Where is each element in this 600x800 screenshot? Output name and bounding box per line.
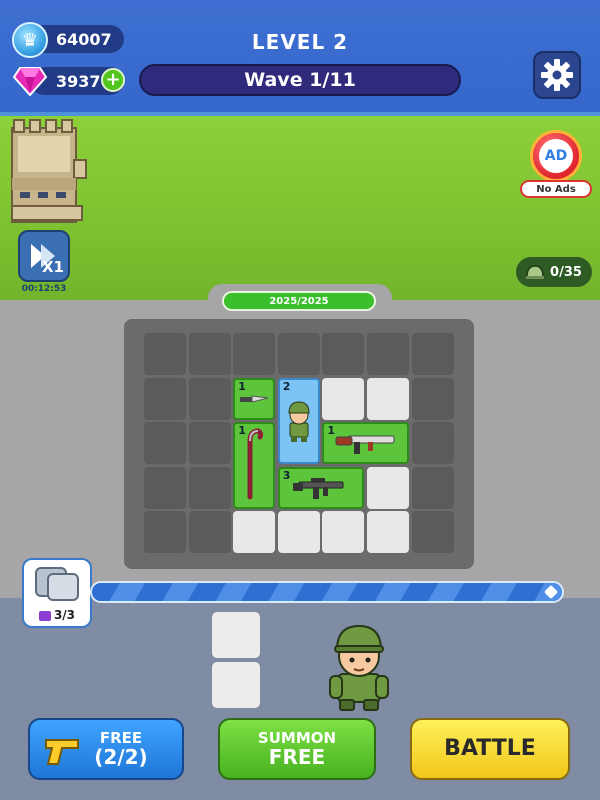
- castle-tower: [11, 119, 87, 223]
- locked-cell: [322, 333, 365, 375]
- piece-level: 1: [238, 379, 246, 393]
- free-weapon-button[interactable]: FREE (2/2): [28, 718, 184, 780]
- merge-grid: 1 2 1 1 3: [124, 319, 474, 569]
- pistol-icon: [45, 739, 79, 765]
- piece-assault-rifle[interactable]: 3: [277, 466, 365, 509]
- summon-button[interactable]: SUMMON FREE: [218, 718, 376, 780]
- locked-cell: [144, 422, 186, 465]
- locked-cell: [188, 466, 231, 509]
- video-ad-icon: [38, 610, 51, 621]
- wave-indicator: Wave 1/11: [139, 64, 461, 96]
- piece-level: 1: [238, 424, 246, 438]
- empty-slot[interactable]: [322, 511, 365, 554]
- locked-cell: [144, 333, 186, 375]
- piece-level: 2: [282, 379, 291, 393]
- helmet-icon: [526, 265, 545, 279]
- bench-slot[interactable]: [212, 612, 260, 658]
- gem-icon: [12, 64, 48, 98]
- settings-button[interactable]: [533, 51, 581, 99]
- enemy-counter: 0/35: [516, 257, 592, 287]
- battle-button[interactable]: BATTLE: [410, 718, 570, 780]
- empty-slot[interactable]: [367, 466, 409, 509]
- piece-knife[interactable]: 1: [233, 377, 276, 420]
- locked-cell: [144, 466, 186, 509]
- progress-stripes: [92, 583, 562, 601]
- knife-icon: [240, 395, 269, 403]
- health-text: 2025/2025: [269, 295, 329, 307]
- empty-slot[interactable]: [322, 377, 365, 420]
- bench-button[interactable]: 3/3: [22, 558, 92, 628]
- bench-count-text: 3/3: [53, 608, 76, 622]
- locked-cell: [367, 333, 409, 375]
- no-ads-label: No Ads: [520, 180, 592, 198]
- locked-cell: [188, 333, 231, 375]
- locked-cell: [144, 511, 186, 554]
- crown-icon: ♛: [12, 22, 48, 58]
- piece-level: 3: [282, 468, 291, 482]
- bench-count: 3/3: [24, 608, 90, 622]
- summon-progress-bar: [90, 581, 564, 603]
- crown-count: 64007: [56, 29, 112, 49]
- empty-slot[interactable]: [367, 377, 409, 420]
- locked-cell: [188, 422, 231, 465]
- crowbar-icon: [247, 428, 264, 500]
- level-title: LEVEL 2: [251, 30, 349, 54]
- speed-multiplier: X1: [41, 258, 64, 276]
- assault-rifle-icon: [293, 477, 344, 499]
- locked-cell: [144, 377, 186, 420]
- locked-cell: [411, 333, 454, 375]
- shotgun-icon: [335, 435, 395, 455]
- soldier-icon: [288, 401, 310, 442]
- locked-cell: [188, 377, 231, 420]
- gear-icon: [541, 59, 573, 91]
- base-health-bar: 2025/2025: [222, 291, 376, 311]
- piece-shotgun[interactable]: 1: [322, 422, 409, 465]
- stacked-cards-icon: [35, 567, 79, 601]
- game-timer: 00:12:53: [21, 284, 67, 294]
- enemy-count: 0/35: [550, 264, 582, 280]
- locked-cell: [411, 422, 454, 465]
- locked-cell: [233, 333, 276, 375]
- ad-badge: AD: [539, 139, 573, 173]
- summon-line1: SUMMON: [257, 728, 337, 747]
- locked-cell: [277, 333, 320, 375]
- locked-cell: [411, 511, 454, 554]
- empty-slot[interactable]: [277, 511, 320, 554]
- battlefield-grass: [0, 112, 600, 302]
- top-bar-background: [0, 0, 600, 118]
- piece-level: 1: [327, 424, 336, 438]
- empty-slot[interactable]: [233, 511, 276, 554]
- no-ads-button[interactable]: AD No Ads: [520, 128, 592, 200]
- locked-cell: [411, 466, 454, 509]
- bench-slot[interactable]: [212, 662, 260, 708]
- free-line2: (2/2): [94, 745, 148, 770]
- gem-count: 3937: [56, 71, 101, 91]
- locked-cell: [411, 377, 454, 420]
- locked-cell: [188, 511, 231, 554]
- ad-bomb-icon: AD: [530, 130, 582, 182]
- piece-soldier[interactable]: 2: [277, 377, 320, 465]
- piece-crowbar[interactable]: 1: [233, 422, 276, 509]
- summon-line2: FREE: [268, 745, 326, 770]
- game-speed-button[interactable]: X1: [18, 230, 70, 282]
- free-line1: FREE: [99, 728, 143, 747]
- soldier-character: [329, 624, 389, 711]
- add-gems-button[interactable]: +: [101, 68, 125, 92]
- empty-slot[interactable]: [367, 511, 409, 554]
